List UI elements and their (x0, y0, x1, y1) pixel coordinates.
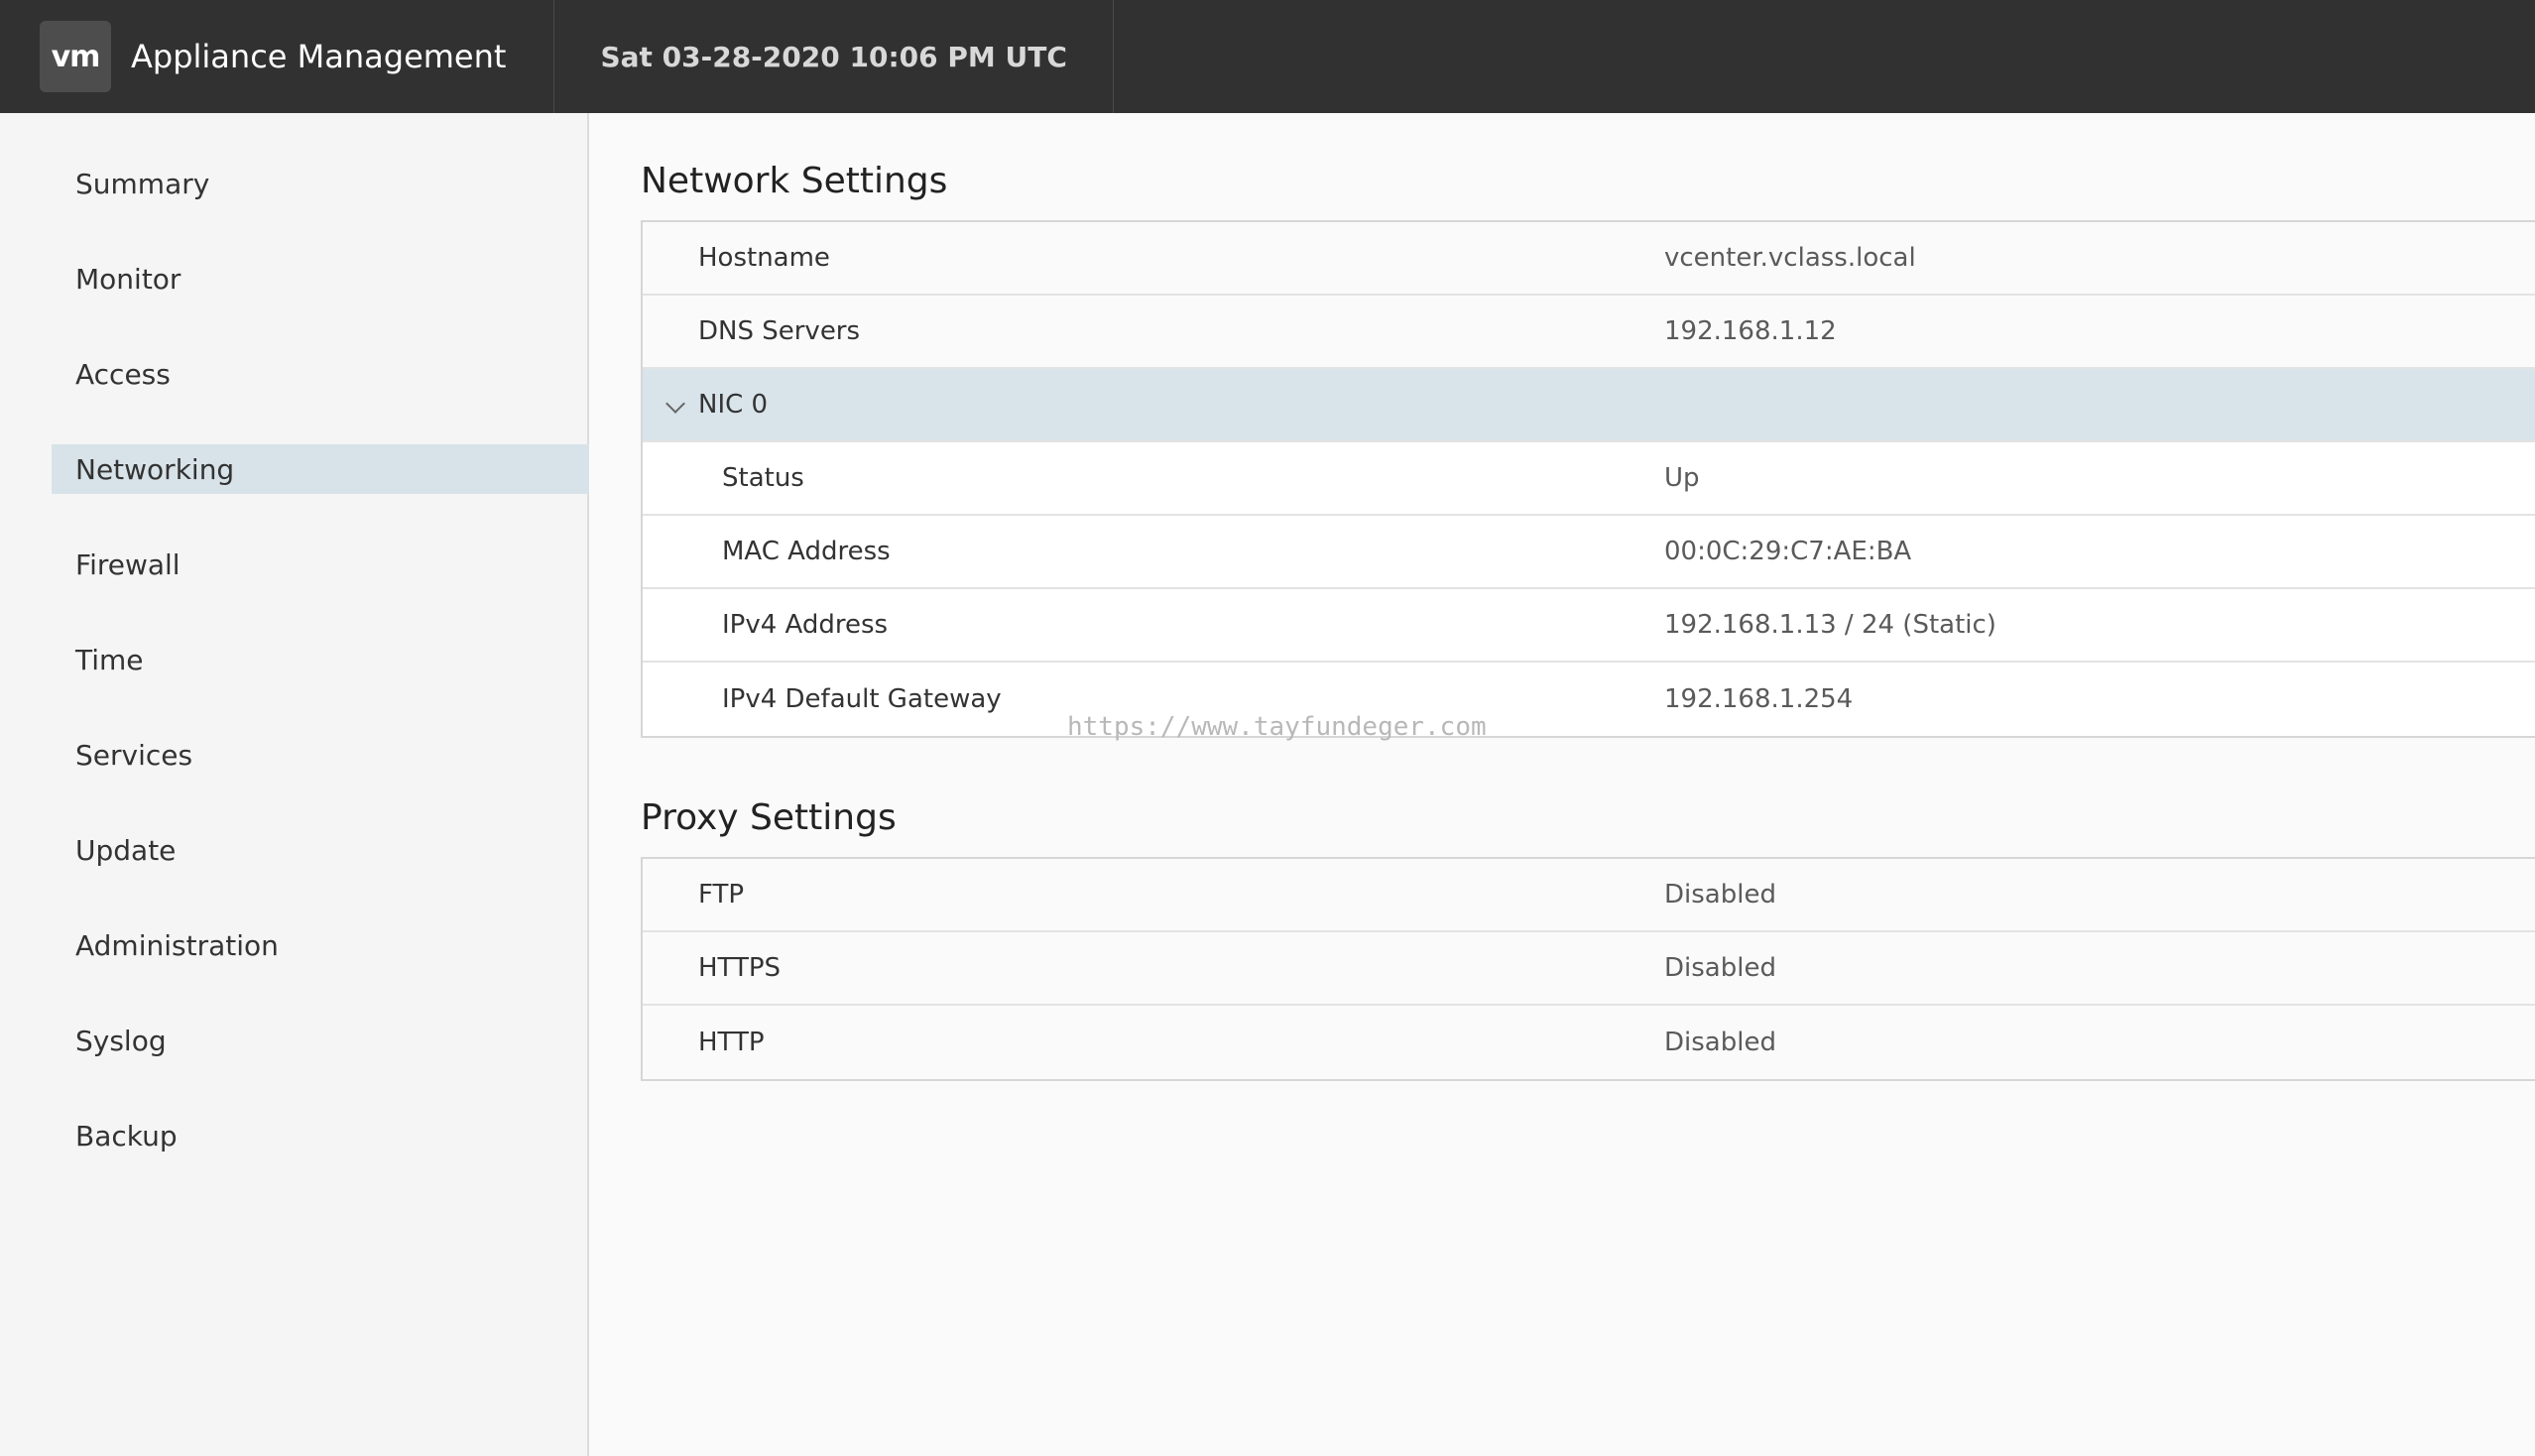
table-row-dns-servers: DNS Servers 192.168.1.12 (643, 296, 2535, 369)
sidebar-nav: Summary Monitor Access Networking Firewa… (0, 113, 589, 1456)
sidebar-item-networking[interactable]: Networking (52, 444, 589, 494)
brand[interactable]: vm Appliance Management (0, 0, 555, 113)
table-row-hostname: Hostname vcenter.vclass.local (643, 222, 2535, 296)
ipv4-address-value: 192.168.1.13 / 24 (Static) (1664, 610, 1996, 640)
proxy-settings-table: FTP Disabled HTTPS Disabled HTTP Disable… (641, 857, 2535, 1081)
dns-servers-value: 192.168.1.12 (1664, 316, 1837, 346)
http-label: HTTP (698, 1028, 765, 1057)
hostname-value: vcenter.vclass.local (1664, 243, 1916, 273)
sidebar-item-firewall[interactable]: Firewall (52, 540, 589, 589)
https-label: HTTPS (698, 953, 782, 983)
table-row-https: HTTPS Disabled (643, 932, 2535, 1006)
hostname-label: Hostname (698, 243, 830, 273)
proxy-settings-title: Proxy Settings (641, 797, 897, 838)
mac-address-label: MAC Address (722, 537, 891, 566)
dns-servers-label: DNS Servers (698, 316, 861, 346)
mac-address-value: 00:0C:29:C7:AE:BA (1664, 537, 1912, 566)
table-row-mac-address: MAC Address 00:0C:29:C7:AE:BA (643, 516, 2535, 589)
sidebar-item-update[interactable]: Update (52, 825, 589, 875)
sidebar-item-summary[interactable]: Summary (52, 159, 589, 208)
ftp-label: FTP (698, 880, 745, 910)
sidebar-item-backup[interactable]: Backup (52, 1111, 589, 1160)
ipv4-gateway-value: 192.168.1.254 (1664, 684, 1854, 714)
status-label: Status (722, 463, 804, 493)
ftp-value: Disabled (1664, 880, 1776, 910)
sidebar-item-time[interactable]: Time (52, 635, 589, 684)
status-value: Up (1664, 463, 1700, 493)
datetime-box: Sat 03-28-2020 10:06 PM UTC (554, 0, 1114, 113)
network-settings-title: Network Settings (641, 161, 948, 201)
table-row-http: HTTP Disabled (643, 1006, 2535, 1079)
sidebar-item-monitor[interactable]: Monitor (52, 254, 589, 303)
sidebar-item-syslog[interactable]: Syslog (52, 1016, 589, 1065)
https-value: Disabled (1664, 953, 1776, 983)
table-row-ipv4-address: IPv4 Address 192.168.1.13 / 24 (Static) (643, 589, 2535, 663)
vmware-logo: vm (40, 21, 111, 92)
app-title: Appliance Management (131, 38, 507, 75)
current-datetime: Sat 03-28-2020 10:06 PM UTC (600, 40, 1067, 73)
main-content: Network Settings Hostname vcenter.vclass… (591, 113, 2535, 1456)
http-value: Disabled (1664, 1028, 1776, 1057)
table-row-status: Status Up (643, 442, 2535, 516)
network-settings-table: Hostname vcenter.vclass.local DNS Server… (641, 220, 2535, 738)
sidebar-item-access[interactable]: Access (52, 349, 589, 399)
ipv4-address-label: IPv4 Address (722, 610, 889, 640)
sidebar-item-administration[interactable]: Administration (52, 920, 589, 970)
table-row-ipv4-gateway: IPv4 Default Gateway 192.168.1.254 (643, 663, 2535, 736)
nic0-label[interactable]: NIC 0 (643, 390, 1664, 420)
sidebar-item-services[interactable]: Services (52, 730, 589, 780)
watermark-text: https://www.tayfundeger.com (1067, 712, 1487, 742)
table-row-ftp: FTP Disabled (643, 859, 2535, 932)
top-header: vm Appliance Management Sat 03-28-2020 1… (0, 0, 2535, 113)
ipv4-gateway-label: IPv4 Default Gateway (722, 684, 1002, 714)
nic0-group-row[interactable]: NIC 0 (643, 369, 2535, 442)
